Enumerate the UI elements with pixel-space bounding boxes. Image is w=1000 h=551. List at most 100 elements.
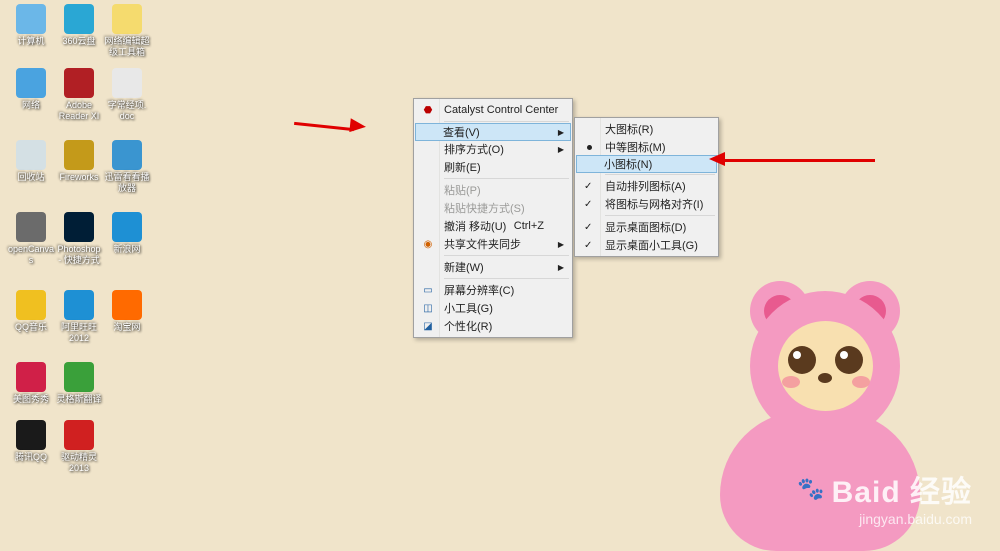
netedit-icon bbox=[112, 4, 142, 34]
menu-separator bbox=[444, 178, 569, 179]
qq-icon bbox=[16, 420, 46, 450]
radio-dot-icon bbox=[587, 145, 592, 150]
recycle-icon bbox=[16, 140, 46, 170]
menu-screen-resolution[interactable]: ▭ 屏幕分辨率(C) bbox=[416, 281, 570, 299]
meitu-icon bbox=[16, 362, 46, 392]
monitor-icon: ▭ bbox=[420, 282, 436, 298]
desktop-icon-adobereader[interactable]: AdobeReader XI bbox=[54, 68, 104, 122]
menu-label: 小图标(N) bbox=[604, 156, 652, 172]
menu-view[interactable]: 查看(V) ▶ bbox=[415, 123, 571, 141]
menu-refresh[interactable]: 刷新(E) bbox=[416, 158, 570, 176]
desktop-context-menu: ⬣ Catalyst Control Center 查看(V) ▶ 排序方式(O… bbox=[413, 98, 573, 338]
menu-shared-folder-sync[interactable]: ◉ 共享文件夹同步 ▶ bbox=[416, 235, 570, 253]
desktop-icon-label: openCanvas bbox=[6, 244, 56, 266]
desktop-icon-label: 网络 bbox=[22, 100, 40, 111]
check-icon: ✓ bbox=[584, 222, 592, 233]
aliwang-icon bbox=[64, 290, 94, 320]
menu-label: 共享文件夹同步 bbox=[444, 236, 521, 252]
menu-label: 粘贴快捷方式(S) bbox=[444, 200, 525, 216]
submenu-show-gadgets[interactable]: ✓ 显示桌面小工具(G) bbox=[577, 236, 716, 254]
gadget-icon: ◫ bbox=[420, 300, 436, 316]
desktop-icon-qqmusic[interactable]: QQ音乐 bbox=[6, 290, 56, 333]
amd-icon: ⬣ bbox=[420, 102, 436, 118]
network-icon bbox=[16, 68, 46, 98]
menu-label: Catalyst Control Center bbox=[444, 104, 558, 116]
desktop-icon-xinlang[interactable]: 新浪网 bbox=[102, 212, 152, 255]
menu-gadgets[interactable]: ◫ 小工具(G) bbox=[416, 299, 570, 317]
menu-label: 刷新(E) bbox=[444, 159, 481, 175]
xinlang-icon bbox=[112, 212, 142, 242]
submenu-small-icons[interactable]: 小图标(N) bbox=[576, 155, 717, 173]
desktop-icon-photoshop[interactable]: Photoshop- 快捷方式 bbox=[54, 212, 104, 266]
submenu-auto-arrange[interactable]: ✓ 自动排列图标(A) bbox=[577, 177, 716, 195]
menu-label: 屏幕分辨率(C) bbox=[444, 282, 514, 298]
menu-label: 显示桌面图标(D) bbox=[605, 219, 686, 235]
menu-separator bbox=[444, 121, 569, 122]
menu-separator bbox=[605, 174, 715, 175]
submenu-arrow-icon: ▶ bbox=[558, 240, 564, 249]
menu-label: 个性化(R) bbox=[444, 318, 492, 334]
desktop-icon-opencanvas[interactable]: openCanvas bbox=[6, 212, 56, 266]
menu-label: 小工具(G) bbox=[444, 300, 493, 316]
desktop-icon-network[interactable]: 网络 bbox=[6, 68, 56, 111]
desktop-icon-label: 阿里旺旺2012 bbox=[61, 322, 97, 344]
opencanvas-icon bbox=[16, 212, 46, 242]
desktop-icon-label: 计算机 bbox=[17, 36, 44, 47]
menu-undo-move[interactable]: 撤消 移动(U) Ctrl+Z bbox=[416, 217, 570, 235]
desktop-icon-computer[interactable]: 计算机 bbox=[6, 4, 56, 47]
watermark-url: jingyan.baidu.com bbox=[797, 511, 972, 527]
desktop-icon-taobao[interactable]: 淘宝网 bbox=[102, 290, 152, 333]
qqmusic-icon bbox=[16, 290, 46, 320]
check-icon: ✓ bbox=[584, 240, 592, 251]
submenu-show-desktop-icons[interactable]: ✓ 显示桌面图标(D) bbox=[577, 218, 716, 236]
submenu-medium-icons[interactable]: 中等图标(M) bbox=[577, 138, 716, 156]
fireworks-icon bbox=[64, 140, 94, 170]
sync-icon: ◉ bbox=[420, 236, 436, 252]
menu-sort[interactable]: 排序方式(O) ▶ bbox=[416, 140, 570, 158]
desktop-icon-qq[interactable]: 腾讯QQ bbox=[6, 420, 56, 463]
menu-paste: 粘贴(P) bbox=[416, 181, 570, 199]
menu-paste-shortcut: 粘贴快捷方式(S) bbox=[416, 199, 570, 217]
personalize-icon: ◪ bbox=[420, 318, 436, 334]
desktop-icon-label: 字常经项.doc bbox=[108, 100, 147, 122]
desktop-icon-lingoes[interactable]: 灵格斯翻译 bbox=[54, 362, 104, 405]
menu-label: 自动排列图标(A) bbox=[605, 178, 686, 194]
menu-separator bbox=[605, 215, 715, 216]
menu-personalize[interactable]: ◪ 个性化(R) bbox=[416, 317, 570, 335]
desktop-icon-fireworks[interactable]: Fireworks bbox=[54, 140, 104, 183]
photoshop-icon bbox=[64, 212, 94, 242]
desktop-icon-label: 淘宝网 bbox=[113, 322, 140, 333]
desktop-icon-recycle[interactable]: 回收站 bbox=[6, 140, 56, 183]
menu-shortcut: Ctrl+Z bbox=[514, 220, 544, 232]
menu-separator bbox=[444, 278, 569, 279]
desktop-icon-label: QQ音乐 bbox=[15, 322, 47, 333]
desktop-icon-label: 美图秀秀 bbox=[13, 394, 49, 405]
desktop-icon-label: 驱动精灵2013 bbox=[61, 452, 97, 474]
lingoes-icon bbox=[64, 362, 94, 392]
desktop-icon-aliwang[interactable]: 阿里旺旺2012 bbox=[54, 290, 104, 344]
desktop-icon-label: Fireworks bbox=[59, 172, 98, 183]
desktop-icon-driver[interactable]: 驱动精灵2013 bbox=[54, 420, 104, 474]
360cloud-icon bbox=[64, 4, 94, 34]
menu-label: 撤消 移动(U) bbox=[444, 218, 506, 234]
menu-new[interactable]: 新建(W) ▶ bbox=[416, 258, 570, 276]
menu-label: 粘贴(P) bbox=[444, 182, 481, 198]
menu-catalyst-control-center[interactable]: ⬣ Catalyst Control Center bbox=[416, 101, 570, 119]
computer-icon bbox=[16, 4, 46, 34]
desktop-icon-label: 网络编辑超级工具箱 bbox=[104, 36, 149, 58]
desktop-icon-label: 迅雷看看播放器 bbox=[104, 172, 149, 194]
submenu-large-icons[interactable]: 大图标(R) bbox=[577, 120, 716, 138]
view-submenu: 大图标(R) 中等图标(M) 小图标(N) ✓ 自动排列图标(A) ✓ 将图标与… bbox=[574, 117, 719, 257]
desktop-icon-meitu[interactable]: 美图秀秀 bbox=[6, 362, 56, 405]
desktop-icon-player[interactable]: 迅雷看看播放器 bbox=[102, 140, 152, 194]
submenu-arrow-icon: ▶ bbox=[558, 128, 564, 137]
desktop-icon-360cloud[interactable]: 360云盘 bbox=[54, 4, 104, 47]
menu-label: 显示桌面小工具(G) bbox=[605, 237, 698, 253]
menu-label: 将图标与网格对齐(I) bbox=[605, 196, 703, 212]
submenu-align-grid[interactable]: ✓ 将图标与网格对齐(I) bbox=[577, 195, 716, 213]
desktop-icon-writedoc[interactable]: 字常经项.doc bbox=[102, 68, 152, 122]
menu-label: 中等图标(M) bbox=[605, 139, 666, 155]
menu-label: 大图标(R) bbox=[605, 121, 653, 137]
watermark-brand: Baid 经验 bbox=[832, 467, 972, 511]
desktop-icon-netedit[interactable]: 网络编辑超级工具箱 bbox=[102, 4, 152, 58]
